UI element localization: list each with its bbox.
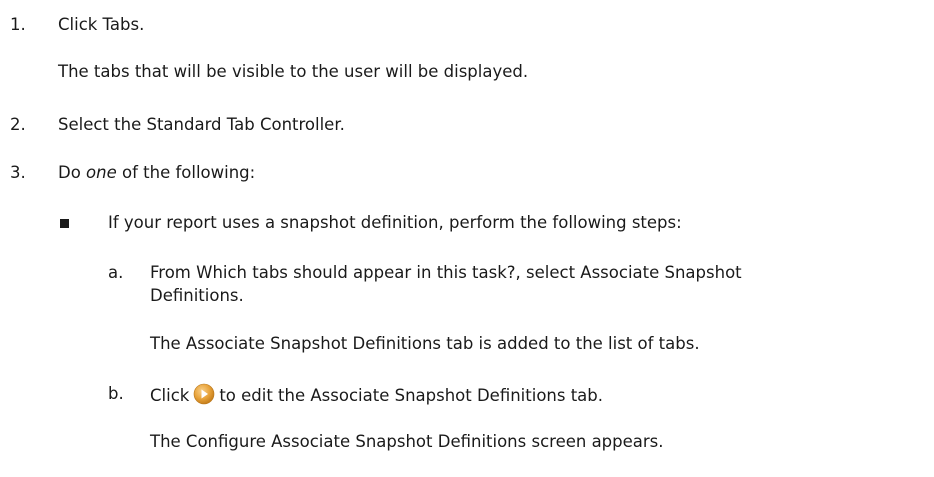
substep-a-note: The Associate Snapshot Definitions tab i… (150, 334, 700, 353)
substep-b-note: The Configure Associate Snapshot Definit… (150, 432, 664, 451)
substep-b-pre: Click (150, 386, 190, 405)
step-1-note: The tabs that will be visible to the use… (58, 62, 529, 81)
step-3-text-post: of the following: (116, 163, 256, 182)
bullet-square-icon (60, 219, 69, 228)
substep-a-line1: From Which tabs should appear in this ta… (150, 263, 742, 282)
step-3-text-emphasis: one (86, 163, 117, 182)
step-3-text: Do one of the following: (58, 162, 255, 184)
play-arrow-icon (193, 383, 215, 405)
step-1-text: Click Tabs. (58, 15, 145, 34)
step-3-text-pre: Do (58, 163, 87, 182)
bullet-text: If your report uses a snapshot definitio… (108, 213, 682, 232)
substep-b-letter: b. (108, 384, 124, 403)
substep-b-text: Click to edit the Associate Snapshot Def… (150, 383, 603, 407)
step-1-number: 1. (10, 15, 26, 34)
step-2-text: Select the Standard Tab Controller. (58, 115, 345, 134)
step-2-number: 2. (10, 115, 26, 134)
step-3-number: 3. (10, 163, 26, 182)
substep-a-line2: Definitions. (150, 286, 244, 305)
substep-b-post: to edit the Associate Snapshot Definitio… (219, 386, 604, 405)
substep-a-letter: a. (108, 263, 124, 282)
